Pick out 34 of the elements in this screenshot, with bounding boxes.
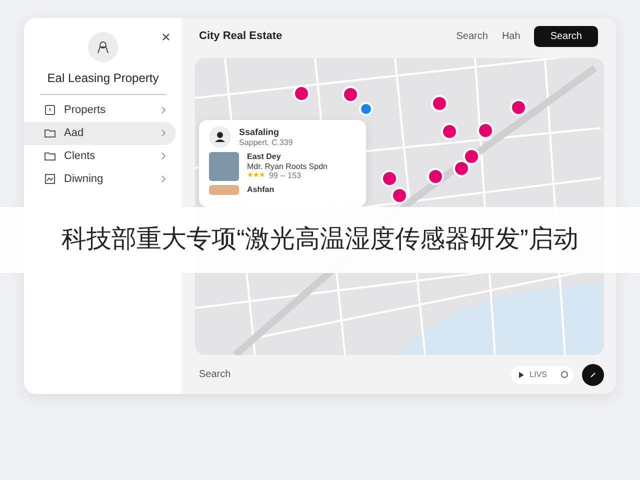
play-icon (518, 372, 524, 378)
headline-text: 科技部重大专项“激光高温湿度传感器研发”启动 (62, 224, 578, 256)
search-button[interactable]: Search (534, 26, 598, 46)
listing-address: Mdr. Ryan Roots Spdn (247, 162, 328, 172)
photo-placeholder (209, 152, 239, 181)
user-icon (209, 126, 231, 148)
chevron-icon (161, 129, 166, 138)
folder-icon (44, 127, 56, 140)
chevron-icon (161, 106, 166, 114)
photo-placeholder (209, 184, 239, 195)
image-icon (44, 173, 56, 186)
sidebar-item[interactable]: Clents (24, 144, 176, 168)
nav-link[interactable]: Search (456, 28, 488, 44)
card-subtitle: Sappert. C.339 (239, 138, 293, 148)
action-button[interactable] (582, 364, 604, 386)
avatar-icon (88, 32, 118, 62)
nav-link[interactable]: Hah (502, 28, 520, 44)
sidebar-title: Eal Leasing Property (46, 72, 160, 86)
close-icon (162, 33, 170, 42)
listing-title: Ashfan (247, 184, 274, 194)
chevron-icon (161, 175, 166, 184)
document-icon (44, 104, 56, 116)
listing-meta: 99 -- 153 (269, 171, 302, 181)
live-toggle[interactable]: LIVS (510, 366, 574, 384)
sidebar-item[interactable]: Diwning (24, 168, 176, 191)
circle-icon (561, 371, 568, 378)
listing-title: East Dey (247, 152, 282, 162)
app-title: City Real Estate (199, 28, 284, 44)
sidebar-item[interactable]: Aad (24, 122, 176, 145)
card-title: Ssafaling (239, 126, 280, 138)
folder-icon (44, 150, 56, 162)
sidebar-item[interactable]: Properts (24, 98, 176, 122)
search-field[interactable]: Search (199, 367, 503, 382)
chevron-icon (161, 152, 166, 160)
